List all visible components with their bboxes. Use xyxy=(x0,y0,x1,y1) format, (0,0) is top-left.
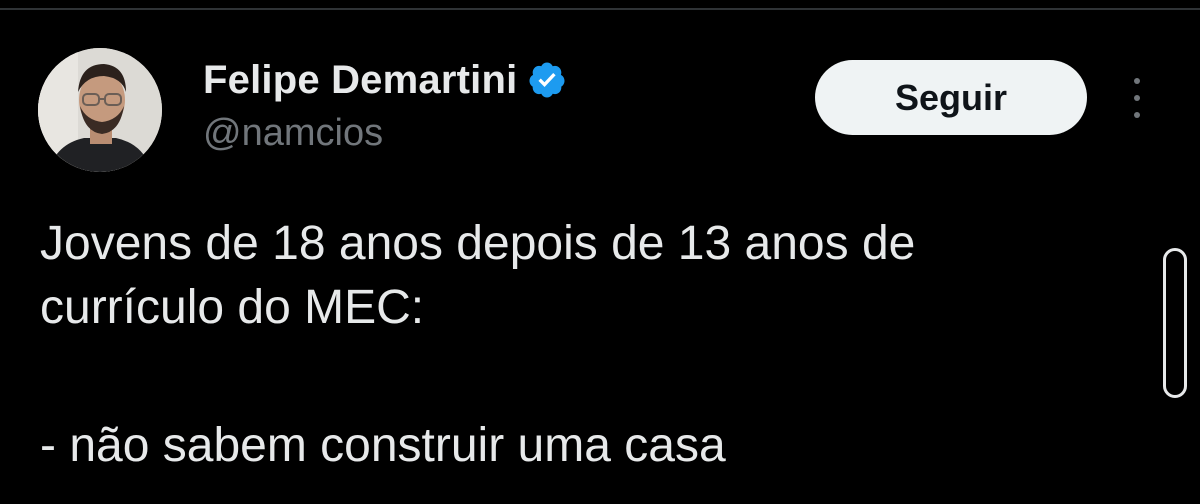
author-name-row[interactable]: Felipe Demartini xyxy=(203,55,567,105)
follow-button[interactable]: Seguir xyxy=(815,60,1087,135)
scrollbar-thumb[interactable] xyxy=(1163,248,1187,398)
tweet-text: Jovens de 18 anos depois de 13 anos de c… xyxy=(40,212,1120,478)
tweet-page: Felipe Demartini @namcios Seguir Jovens … xyxy=(0,0,1200,504)
tweet-line: Jovens de 18 anos depois de 13 anos de xyxy=(40,217,916,270)
more-dot xyxy=(1134,112,1140,118)
more-dot xyxy=(1134,95,1140,101)
display-name[interactable]: Felipe Demartini xyxy=(203,58,517,103)
author-handle[interactable]: @namcios xyxy=(203,112,383,155)
more-dot xyxy=(1134,78,1140,84)
tweet-line: currículo do MEC: xyxy=(40,281,425,334)
avatar[interactable] xyxy=(38,48,162,172)
verified-badge-icon xyxy=(529,62,565,98)
more-options-icon[interactable] xyxy=(1122,78,1152,118)
avatar-image xyxy=(38,48,162,172)
tweet-line: - não sabem construir uma casa xyxy=(40,419,726,472)
top-divider xyxy=(0,8,1200,10)
